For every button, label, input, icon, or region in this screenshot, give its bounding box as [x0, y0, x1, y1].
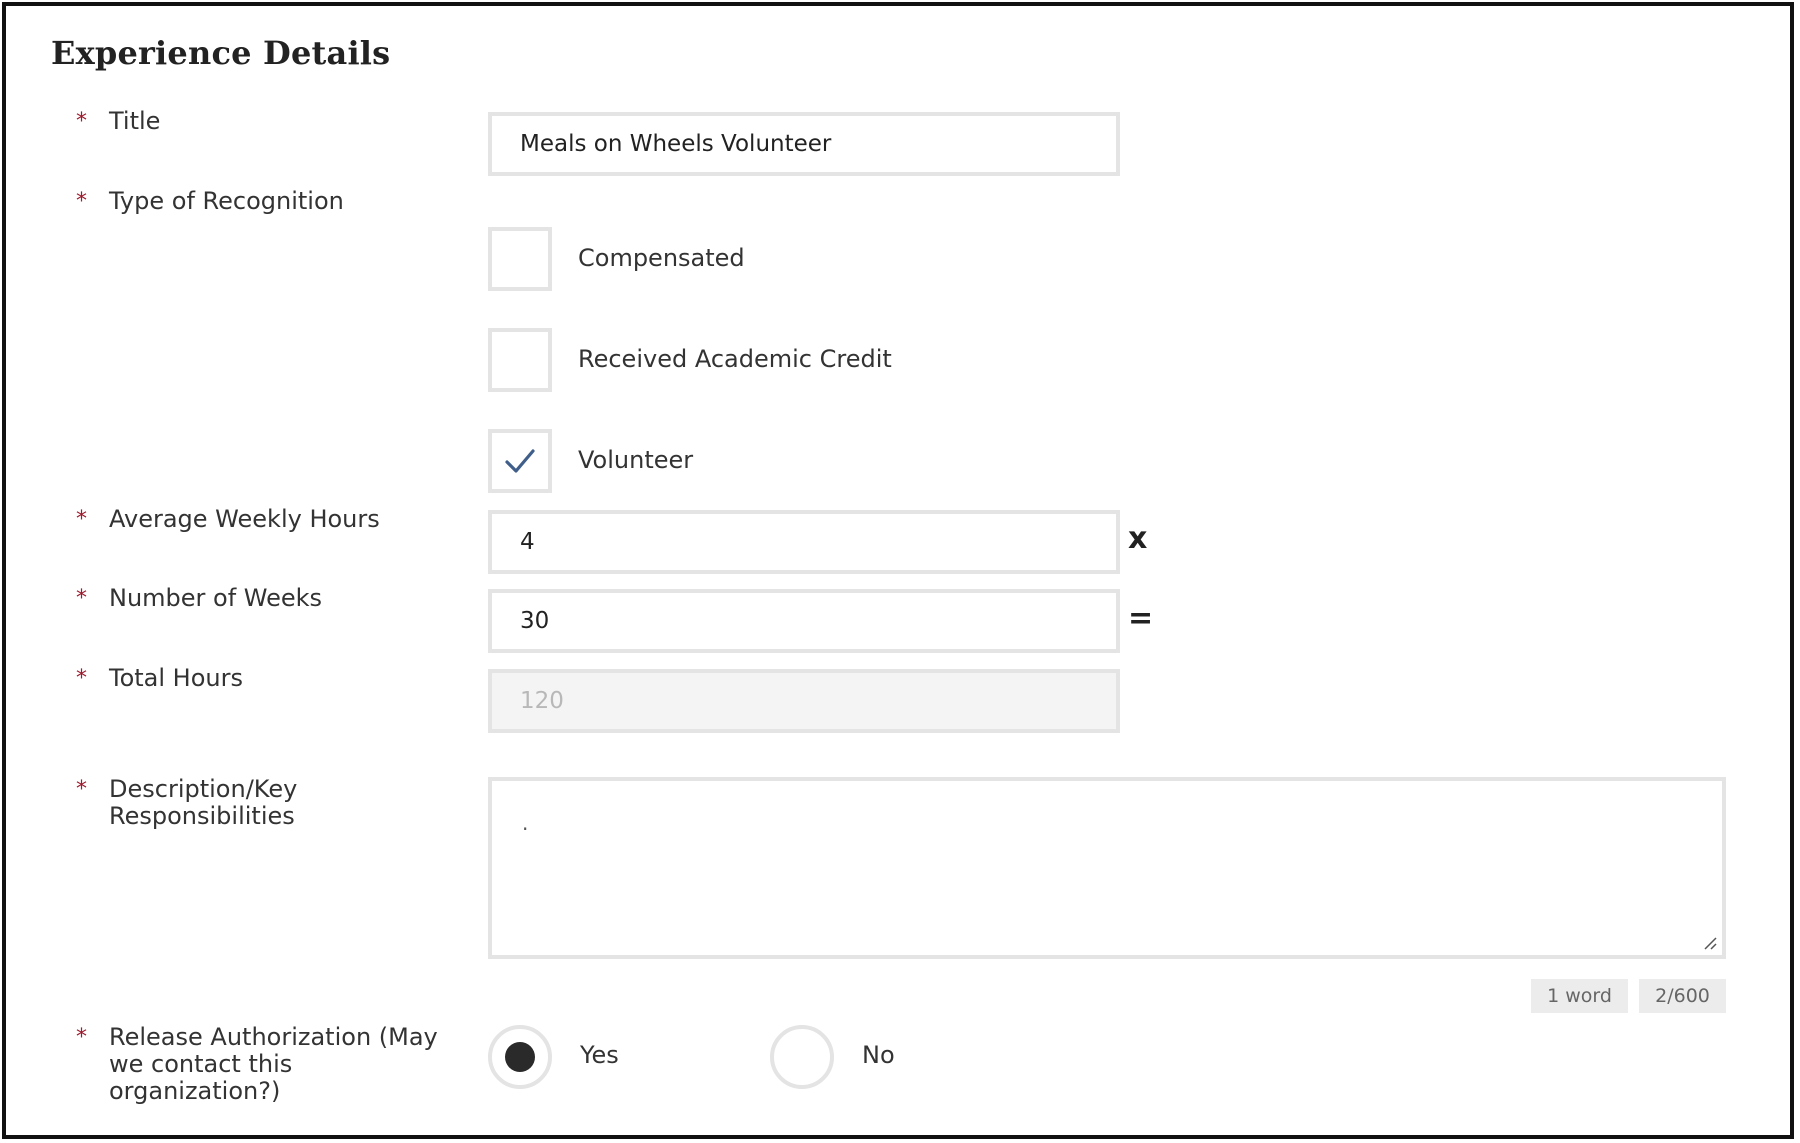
- weeks-input[interactable]: 30: [488, 589, 1120, 653]
- required-marker: *: [76, 189, 87, 214]
- compensated-label: Compensated: [578, 244, 745, 272]
- weeks-label: * Number of Weeks: [76, 584, 323, 612]
- volunteer-label: Volunteer: [578, 446, 694, 474]
- required-marker: *: [76, 109, 87, 134]
- academic-credit-label: Received Academic Credit: [578, 345, 892, 373]
- section-title: Experience Details: [51, 34, 391, 72]
- word-count-badge: 1 word: [1531, 979, 1628, 1013]
- char-count-badge: 2/600: [1639, 979, 1726, 1013]
- release-no-label: No: [862, 1041, 895, 1069]
- weekly-hours-input[interactable]: 4: [488, 510, 1120, 574]
- title-input[interactable]: Meals on Wheels Volunteer: [488, 112, 1120, 176]
- equals-operator: =: [1128, 601, 1154, 636]
- required-marker: *: [76, 666, 87, 691]
- total-hours-input: 120: [488, 669, 1120, 733]
- volunteer-checkbox[interactable]: [488, 429, 552, 493]
- required-marker: *: [76, 1025, 87, 1050]
- release-yes-label: Yes: [580, 1041, 619, 1069]
- description-label: * Description/Key Responsibilities: [76, 775, 298, 830]
- radio-selected-dot: [505, 1042, 535, 1072]
- resize-handle-icon[interactable]: [1702, 935, 1718, 951]
- required-marker: *: [76, 507, 87, 532]
- required-marker: *: [76, 777, 87, 802]
- multiply-operator: x: [1128, 521, 1148, 556]
- release-no-radio[interactable]: [770, 1025, 834, 1089]
- required-marker: *: [76, 586, 87, 611]
- total-hours-label: * Total Hours: [76, 664, 243, 692]
- description-textarea[interactable]: .: [488, 777, 1726, 959]
- title-label: * Title: [76, 107, 161, 135]
- release-label: * Release Authorization (May we contact …: [76, 1023, 438, 1105]
- checkmark-icon: [505, 449, 535, 473]
- recognition-label: * Type of Recognition: [76, 187, 344, 215]
- academic-credit-checkbox[interactable]: [488, 328, 552, 392]
- weekly-hours-label: * Average Weekly Hours: [76, 505, 380, 533]
- release-yes-radio[interactable]: [488, 1025, 552, 1089]
- description-text: .: [522, 811, 529, 835]
- compensated-checkbox[interactable]: [488, 227, 552, 291]
